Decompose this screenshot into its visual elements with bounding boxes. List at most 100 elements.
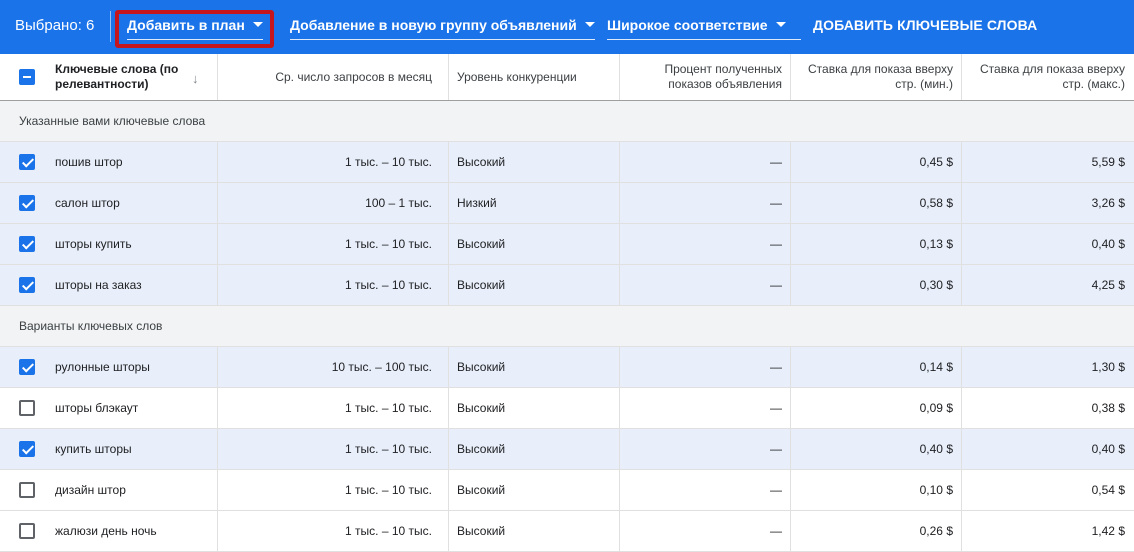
row-checkbox-cell[interactable] [19,388,37,428]
column-divider [217,470,218,510]
competition-cell: Высокий [457,277,506,292]
impression-share-cell: — [770,195,782,210]
row-checkbox[interactable] [19,195,35,211]
section-title: Варианты ключевых слов [19,319,163,333]
table-row[interactable]: рулонные шторы 10 тыс. – 100 тыс. Высокий —… [0,347,1134,388]
add-keywords-button[interactable]: ДОБАВИТЬ КЛЮЧЕВЫЕ СЛОВА [813,16,1037,34]
table-row[interactable]: салон штор 100 – 1 тыс. Низкий — 0,58 $ 3,26 … [0,183,1134,224]
add-to-plan-dropdown[interactable]: Добавить в план [127,16,263,40]
keyword-cell: шторы блэкаут [55,400,139,415]
col-competition[interactable]: Уровень конкуренции [457,54,617,100]
select-all-checkbox[interactable] [19,69,35,85]
select-all-cell[interactable] [19,54,37,100]
column-divider [961,183,962,223]
bid-high-cell: 1,42 $ [1091,523,1125,538]
keyword-cell: купить шторы [55,441,132,456]
column-divider [961,511,962,551]
column-divider [217,265,218,305]
impression-share-cell: — [770,482,782,497]
bid-high-cell: 3,26 $ [1091,195,1125,210]
bid-low-cell: 0,09 $ [919,400,953,415]
col-bid-low[interactable]: Ставка для показа вверху стр. (мин.) [791,54,953,100]
impression-share-cell: — [770,400,782,415]
column-divider [619,470,620,510]
row-checkbox-cell[interactable] [19,224,37,264]
row-checkbox[interactable] [19,400,35,416]
row-checkbox[interactable] [19,277,35,293]
row-checkbox-cell[interactable] [19,265,37,305]
column-divider [961,470,962,510]
competition-cell: Высокий [457,236,506,251]
column-divider [619,224,620,264]
column-divider [217,183,218,223]
column-divider [790,429,791,469]
bid-low-cell: 0,26 $ [919,523,953,538]
row-checkbox-cell[interactable] [19,429,37,469]
selected-count: Выбрано: 6 [15,17,95,34]
column-divider [619,183,620,223]
table-row[interactable]: пошив штор 1 тыс. – 10 тыс. Высокий — 0,45 $… [0,142,1134,183]
table-row[interactable]: купить шторы 1 тыс. – 10 тыс. Высокий — 0,40… [0,429,1134,470]
table-row[interactable]: шторы купить 1 тыс. – 10 тыс. Высокий — 0,13… [0,224,1134,265]
row-checkbox-cell[interactable] [19,470,37,510]
column-divider [448,429,449,469]
bid-low-cell: 0,45 $ [919,154,953,169]
chevron-down-icon [584,22,595,27]
column-divider [961,347,962,387]
competition-cell: Высокий [457,154,506,169]
match-type-dropdown[interactable]: Широкое соответствие [607,16,801,40]
keyword-cell: шторы купить [55,236,132,251]
add-to-plan-label: Добавить в план [127,17,245,33]
row-checkbox[interactable] [19,441,35,457]
table-row[interactable]: жалюзи день ночь 1 тыс. – 10 тыс. Высокий —… [0,511,1134,552]
column-divider [217,429,218,469]
table-row[interactable]: шторы на заказ 1 тыс. – 10 тыс. Высокий — 0,… [0,265,1134,306]
add-to-group-dropdown[interactable]: Добавление в новую группу объявлений [290,16,595,40]
row-checkbox-cell[interactable] [19,347,37,387]
column-divider [790,511,791,551]
keyword-cell: рулонные шторы [55,359,150,374]
table-row[interactable]: шторы блэкаут 1 тыс. – 10 тыс. Высокий — 0,0… [0,388,1134,429]
section-header: Варианты ключевых слов [0,306,1134,347]
keyword-cell: дизайн штор [55,482,126,497]
table-row[interactable]: дизайн штор 1 тыс. – 10 тыс. Высокий — 0,10 … [0,470,1134,511]
bid-low-cell: 0,58 $ [919,195,953,210]
arrow-down-icon[interactable]: ↓ [192,71,199,86]
table-header: Ключевые слова (по релевантности) ↓ Ср. … [0,54,1134,101]
column-divider [790,142,791,182]
avg-searches-cell: 1 тыс. – 10 тыс. [345,482,432,497]
col-avg-searches[interactable]: Ср. число запросов в месяц [218,54,432,100]
row-checkbox-cell[interactable] [19,511,37,551]
column-divider [790,224,791,264]
col-impression-share[interactable]: Процент полученных показов объявления [620,54,782,100]
row-checkbox[interactable] [19,523,35,539]
row-checkbox[interactable] [19,482,35,498]
impression-share-cell: — [770,441,782,456]
chevron-down-icon [775,22,786,27]
competition-cell: Высокий [457,400,506,415]
competition-cell: Высокий [457,359,506,374]
bid-high-cell: 0,38 $ [1091,400,1125,415]
impression-share-cell: — [770,236,782,251]
bid-low-cell: 0,13 $ [919,236,953,251]
column-divider [217,224,218,264]
bid-high-cell: 0,40 $ [1091,441,1125,456]
column-divider [448,54,449,100]
column-divider [790,183,791,223]
column-divider [448,183,449,223]
row-checkbox-cell[interactable] [19,142,37,182]
column-divider [217,142,218,182]
row-checkbox[interactable] [19,359,35,375]
match-type-label: Широкое соответствие [607,17,768,33]
column-divider [619,388,620,428]
row-checkbox[interactable] [19,236,35,252]
section-title: Указанные вами ключевые слова [19,114,206,128]
impression-share-cell: — [770,154,782,169]
selection-toolbar: Выбрано: 6 Добавить в план Добавление в … [0,0,1134,54]
row-checkbox-cell[interactable] [19,183,37,223]
col-keyword[interactable]: Ключевые слова (по релевантности) [55,54,205,100]
col-bid-high[interactable]: Ставка для показа вверху стр. (макс.) [962,54,1125,100]
bid-high-cell: 1,30 $ [1091,359,1125,374]
row-checkbox[interactable] [19,154,35,170]
competition-cell: Высокий [457,523,506,538]
